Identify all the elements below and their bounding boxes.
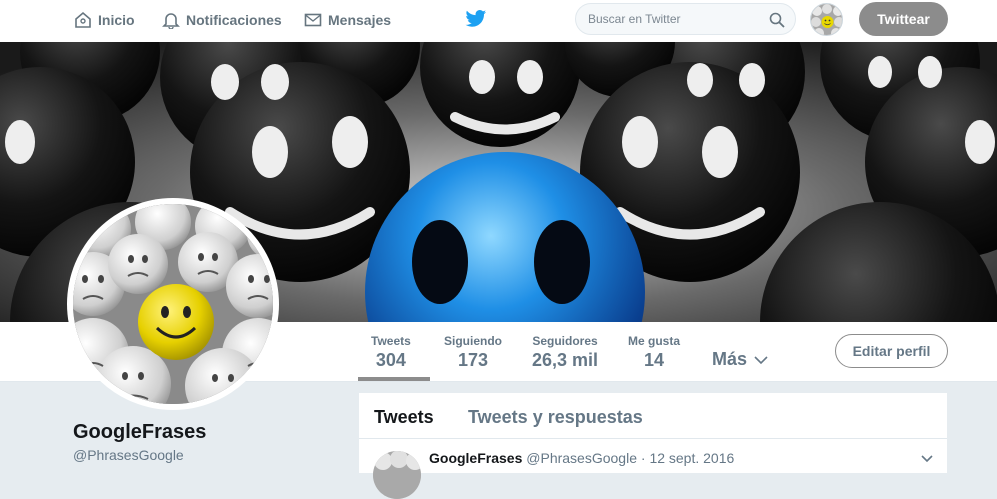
search-icon[interactable] [769, 12, 785, 28]
stat-following-label: Siguiendo [444, 334, 502, 348]
stat-tweets-value: 304 [375, 350, 406, 370]
more-menu[interactable]: Más [712, 349, 769, 370]
stat-tweets-label: Tweets [371, 334, 411, 348]
account-avatar[interactable] [810, 3, 843, 36]
timeline: Tweets Tweets y respuestas GoogleFrases … [359, 393, 947, 499]
avatar-image [73, 204, 273, 404]
nav-notifications-label: Notificaciones [186, 12, 282, 28]
stat-following[interactable]: Siguiendo 173 [444, 334, 502, 371]
stat-following-value: 173 [457, 350, 489, 370]
nav-home[interactable]: Inicio [74, 0, 135, 40]
tweet-item[interactable]: GoogleFrases @PhrasesGoogle · 12 sept. 2… [359, 439, 947, 499]
stat-likes-value: 14 [643, 350, 665, 370]
chevron-down-icon [754, 355, 768, 364]
nav-home-label: Inicio [98, 12, 135, 28]
nav-messages-label: Mensajes [328, 12, 392, 28]
tweet-author[interactable]: GoogleFrases [429, 450, 522, 466]
profile-name: GoogleFrases [73, 421, 207, 443]
profile-handle[interactable]: @PhrasesGoogle [73, 447, 184, 463]
stat-followers[interactable]: Seguidores 26,3 mil [532, 334, 598, 371]
tab-tweets[interactable]: Tweets [374, 407, 434, 428]
tweet-handle[interactable]: @PhrasesGoogle [526, 450, 637, 466]
envelope-icon [304, 13, 322, 27]
search-box [575, 3, 796, 35]
profile-avatar[interactable] [67, 198, 279, 410]
nav-notifications[interactable]: Notificaciones [162, 0, 282, 40]
stat-tweets[interactable]: Tweets 304 [371, 334, 411, 371]
chevron-down-icon[interactable] [920, 453, 934, 463]
stat-likes[interactable]: Me gusta 14 [628, 334, 680, 371]
search-input[interactable] [576, 4, 756, 34]
stat-followers-value: 26,3 mil [532, 350, 599, 370]
tweet-button[interactable]: Twittear [859, 2, 948, 36]
stat-likes-label: Me gusta [628, 334, 681, 348]
tab-tweets-and-replies[interactable]: Tweets y respuestas [468, 407, 643, 428]
active-tab-indicator [358, 377, 430, 381]
home-icon [75, 11, 91, 28]
top-navigation-bar: Inicio Notificaciones Mensajes Twittear [0, 0, 997, 42]
tweet-date[interactable]: 12 sept. 2016 [649, 450, 734, 466]
stat-followers-label: Seguidores [532, 334, 598, 348]
tweet-header: GoogleFrases @PhrasesGoogle · 12 sept. 2… [429, 450, 734, 466]
more-label: Más [712, 349, 748, 369]
twitter-bird-icon[interactable] [465, 9, 487, 29]
tweet-separator: · [640, 450, 646, 466]
edit-profile-button[interactable]: Editar perfil [835, 334, 948, 368]
bell-icon [162, 13, 180, 29]
tweet-avatar[interactable] [373, 451, 421, 499]
nav-messages[interactable]: Mensajes [304, 0, 391, 40]
